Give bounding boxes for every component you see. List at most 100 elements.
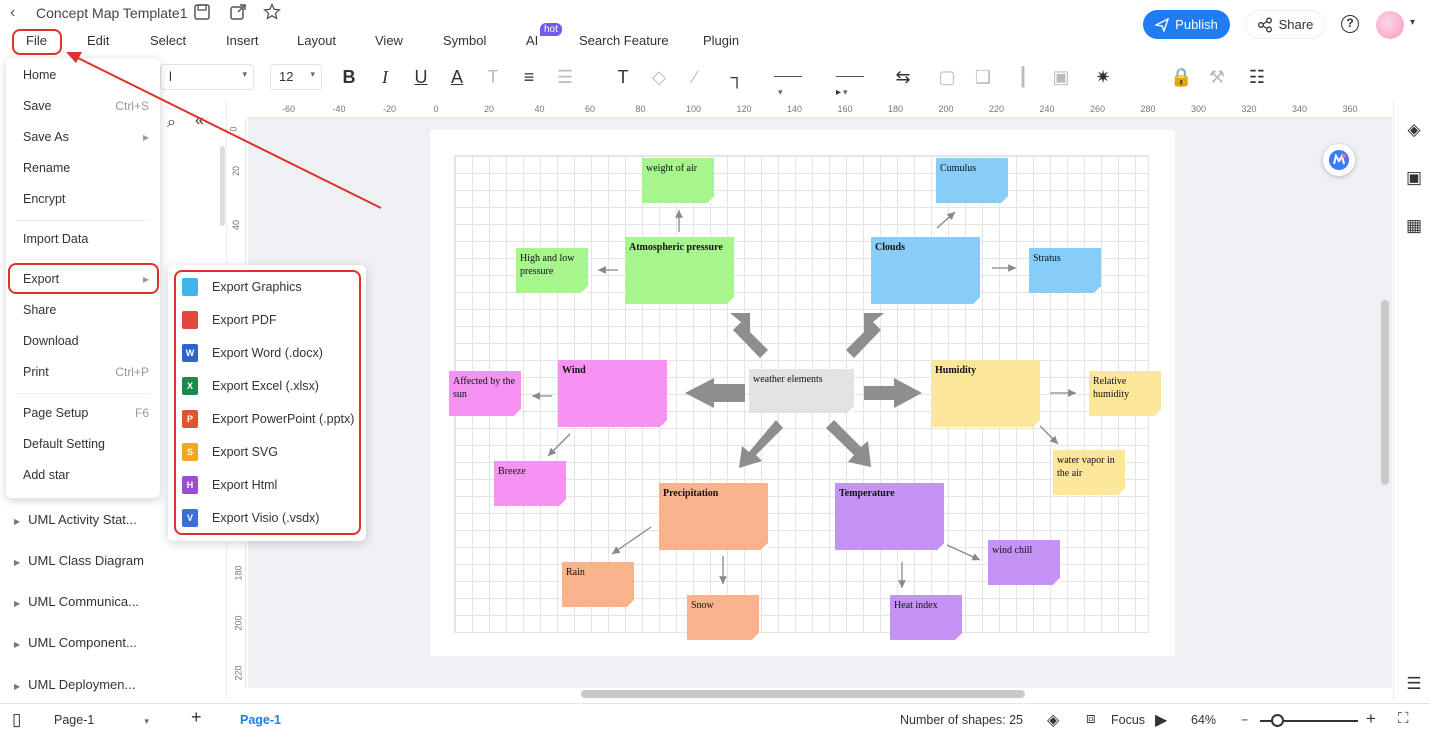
menu-divider [16,220,150,221]
node-label: Temperature [839,488,895,499]
node-water-vapor[interactable]: water vapor in the air [1053,450,1125,495]
sidebar-item-label: UML Communica... [28,594,139,609]
sidebar-item-uml-class[interactable]: ▶ UML Class Diagram [14,553,144,568]
node-label: High and low pressure [520,253,575,277]
node-label: Clouds [875,242,906,253]
node-temperature[interactable]: Temperature [835,483,944,550]
menu-item-label: Home [23,68,57,82]
node-label: weather elements [753,374,823,385]
ai-assistant-icon[interactable] [1323,144,1355,176]
zoom-slider-thumb[interactable] [1271,714,1284,727]
file-menu-encrypt[interactable]: Encrypt [23,192,149,206]
file-highlight-box [12,29,62,55]
sidebar-item-uml-deployment[interactable]: ▶ UML Deploymen... [14,677,135,692]
format-panel-icon[interactable]: ▣ [1404,168,1424,188]
node-label: Breeze [498,466,526,477]
zoom-out-icon[interactable]: − [1241,713,1248,727]
expand-caret-icon: ▶ [14,640,21,649]
sidebar-item-uml-communication[interactable]: ▶ UML Communica... [14,594,139,609]
ai-logo-icon [1329,150,1349,170]
node-wind[interactable]: Wind [558,360,667,427]
file-menu-print[interactable]: Print Ctrl+P [23,365,149,379]
vertical-scrollbar[interactable] [1381,300,1389,485]
fill-bucket-icon[interactable]: ◈ [1404,120,1424,140]
big-arrow-upright [846,313,884,358]
file-menu-home[interactable]: Home [23,68,149,82]
menu-item-label: Print [23,365,49,379]
outline-icon[interactable]: ☰ [1404,674,1424,694]
node-label: Precipitation [663,488,719,499]
node-humidity[interactable]: Humidity [931,360,1040,427]
node-label: Stratus [1033,253,1061,264]
big-arrow-left [685,378,745,408]
node-label: weight of air [646,163,698,174]
page-select[interactable]: Page-1 ▾ [54,713,149,727]
file-menu-download[interactable]: Download [23,334,149,348]
menu-item-label: Encrypt [23,192,66,206]
expand-caret-icon: ▶ [14,517,21,526]
add-page-icon[interactable]: + [191,707,202,728]
sidebar-scrollbar[interactable] [220,146,225,226]
apps-grid-icon[interactable]: ▦ [1404,216,1424,236]
node-label: wind chill [992,545,1033,556]
arrow-wind-to-breeze [547,433,571,457]
file-menu-import-data[interactable]: Import Data [23,232,149,246]
file-menu-rename[interactable]: Rename [23,161,149,175]
horizontal-scrollbar[interactable] [581,690,1025,698]
sidebar-item-uml-component[interactable]: ▶ UML Component... [14,635,137,650]
menu-item-label: Download [23,334,79,348]
zoom-level[interactable]: 64% [1191,713,1216,727]
expand-caret-icon: ▶ [14,558,21,567]
node-cumulus[interactable]: Cumulus [936,158,1008,203]
file-menu-page-setup[interactable]: Page Setup F6 [23,406,149,420]
node-affected-by-sun[interactable]: Affected by the sun [449,371,521,416]
menu-item-label: Save [23,99,52,113]
node-label: Snow [691,600,714,611]
file-menu-share[interactable]: Share [23,303,149,317]
collapse-icon[interactable]: « [195,112,204,130]
sidebar-item-label: UML Class Diagram [28,553,144,568]
big-arrow-downleft [739,420,783,468]
node-label: water vapor in the air [1057,455,1115,479]
focus-icon[interactable]: ⧈ [1086,710,1096,727]
file-menu-add-star[interactable]: Add star [23,468,149,482]
node-weight-of-air[interactable]: weight of air [642,158,714,203]
layers-icon[interactable]: ◈ [1047,710,1059,730]
menu-item-label: Import Data [23,232,89,246]
submenu-arrow-icon: ▸ [142,130,149,144]
fullscreen-icon[interactable]: ⛶ [1398,710,1409,727]
node-clouds[interactable]: Clouds [871,237,980,304]
menu-item-shortcut: Ctrl+P [115,365,149,379]
node-high-low-pressure[interactable]: High and low pressure [516,248,588,293]
arrow-temp-to-windchill [946,544,981,561]
node-weather-elements[interactable]: weather elements [749,369,854,413]
node-breeze[interactable]: Breeze [494,461,566,506]
page-view-icon[interactable]: ▯ [12,710,21,730]
big-arrow-downright [826,420,871,467]
node-rain[interactable]: Rain [562,562,634,607]
zoom-in-icon[interactable]: + [1366,709,1376,729]
file-menu-default-setting[interactable]: Default Setting [23,437,149,451]
node-precipitation[interactable]: Precipitation [659,483,768,550]
node-stratus[interactable]: Stratus [1029,248,1101,293]
status-bar: ▯ Page-1 ▾ + Page-1 Number of shapes: 25 … [0,703,1430,736]
node-label: Relative humidity [1093,376,1130,400]
arrow-precip-to-rain [611,526,652,555]
menu-item-label: Add star [23,468,70,482]
node-wind-chill[interactable]: wind chill [988,540,1060,585]
file-menu-save-as[interactable]: Save As ▸ [23,130,149,144]
node-relative-humidity[interactable]: Relative humidity [1089,371,1161,416]
sidebar-item-label: UML Deploymen... [28,677,136,692]
focus-label[interactable]: Focus [1111,713,1145,727]
play-icon[interactable]: ▶︎ [1155,710,1167,730]
right-panel: ◈ ▣ ▦ ☰ [1393,100,1430,700]
sidebar-item-label: UML Activity Stat... [28,512,137,527]
node-atmospheric-pressure[interactable]: Atmospheric pressure [625,237,734,304]
file-menu-save[interactable]: Save Ctrl+S [23,99,149,113]
tab-page-1[interactable]: Page-1 [240,713,281,727]
arrow-clouds-to-cumulus [936,211,956,229]
search-icon[interactable]: ⌕ [167,114,176,132]
sidebar-item-uml-activity[interactable]: ▶ UML Activity Stat... [14,512,137,527]
node-snow[interactable]: Snow [687,595,759,640]
node-heat-index[interactable]: Heat index [890,595,962,640]
